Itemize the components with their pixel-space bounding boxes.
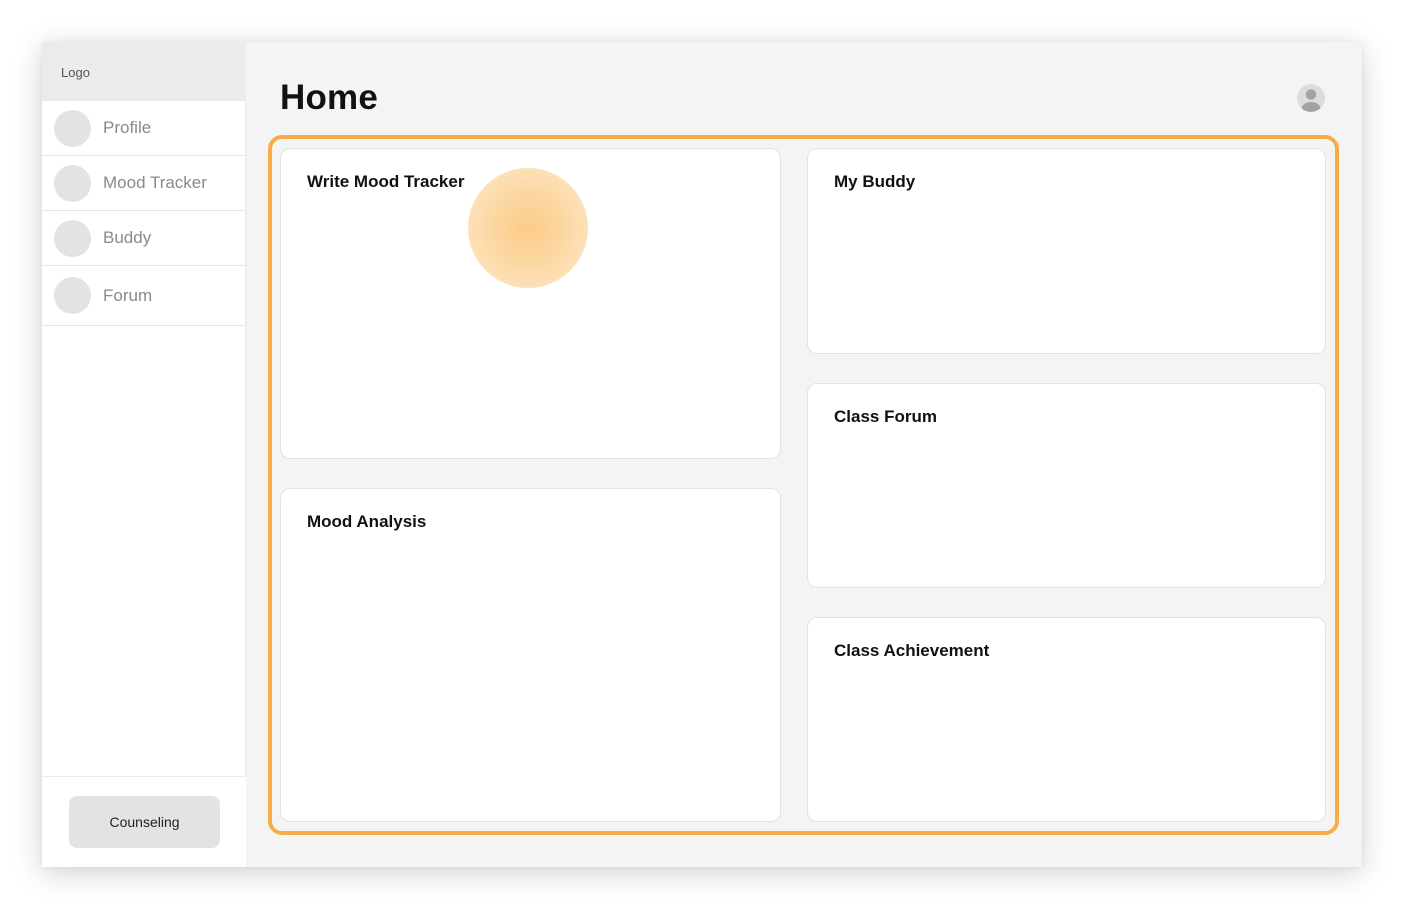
mood-tracker-icon (54, 164, 91, 202)
write-mood-tracker-card[interactable]: Write Mood Tracker (280, 148, 781, 459)
sidebar-item-label: Profile (103, 118, 152, 137)
sidebar-item-label: Mood Tracker (103, 173, 207, 192)
user-avatar-icon[interactable] (1297, 84, 1325, 112)
sidebar-item-mood-tracker[interactable]: Mood Tracker (42, 156, 245, 211)
card-title: Class Achievement (834, 641, 990, 660)
counseling-button[interactable]: Counseling (69, 796, 220, 848)
sidebar: Logo Profile Mood Tracker Buddy Forum Co… (42, 42, 246, 867)
sidebar-item-label: Buddy (103, 228, 152, 247)
card-title: My Buddy (834, 172, 916, 191)
sidebar-item-forum[interactable]: Forum (42, 266, 245, 326)
mood-analysis-card[interactable]: Mood Analysis (280, 488, 781, 822)
card-title: Class Forum (834, 407, 937, 426)
profile-icon (54, 109, 91, 147)
sidebar-item-profile[interactable]: Profile (42, 101, 245, 156)
sidebar-item-label: Forum (103, 285, 153, 305)
sidebar-item-buddy[interactable]: Buddy (42, 211, 245, 266)
page-title: Home (280, 78, 379, 117)
class-achievement-card[interactable]: Class Achievement (807, 617, 1326, 822)
class-forum-card[interactable]: Class Forum (807, 383, 1326, 588)
my-buddy-card[interactable]: My Buddy (807, 148, 1326, 354)
buddy-icon (54, 219, 91, 257)
logo: Logo (42, 42, 245, 101)
card-title: Mood Analysis (307, 512, 427, 531)
forum-icon (54, 277, 91, 314)
app-window: Logo Profile Mood Tracker Buddy Forum Co… (42, 42, 1362, 867)
card-title: Write Mood Tracker (307, 172, 465, 191)
sidebar-footer: Counseling (42, 776, 246, 867)
